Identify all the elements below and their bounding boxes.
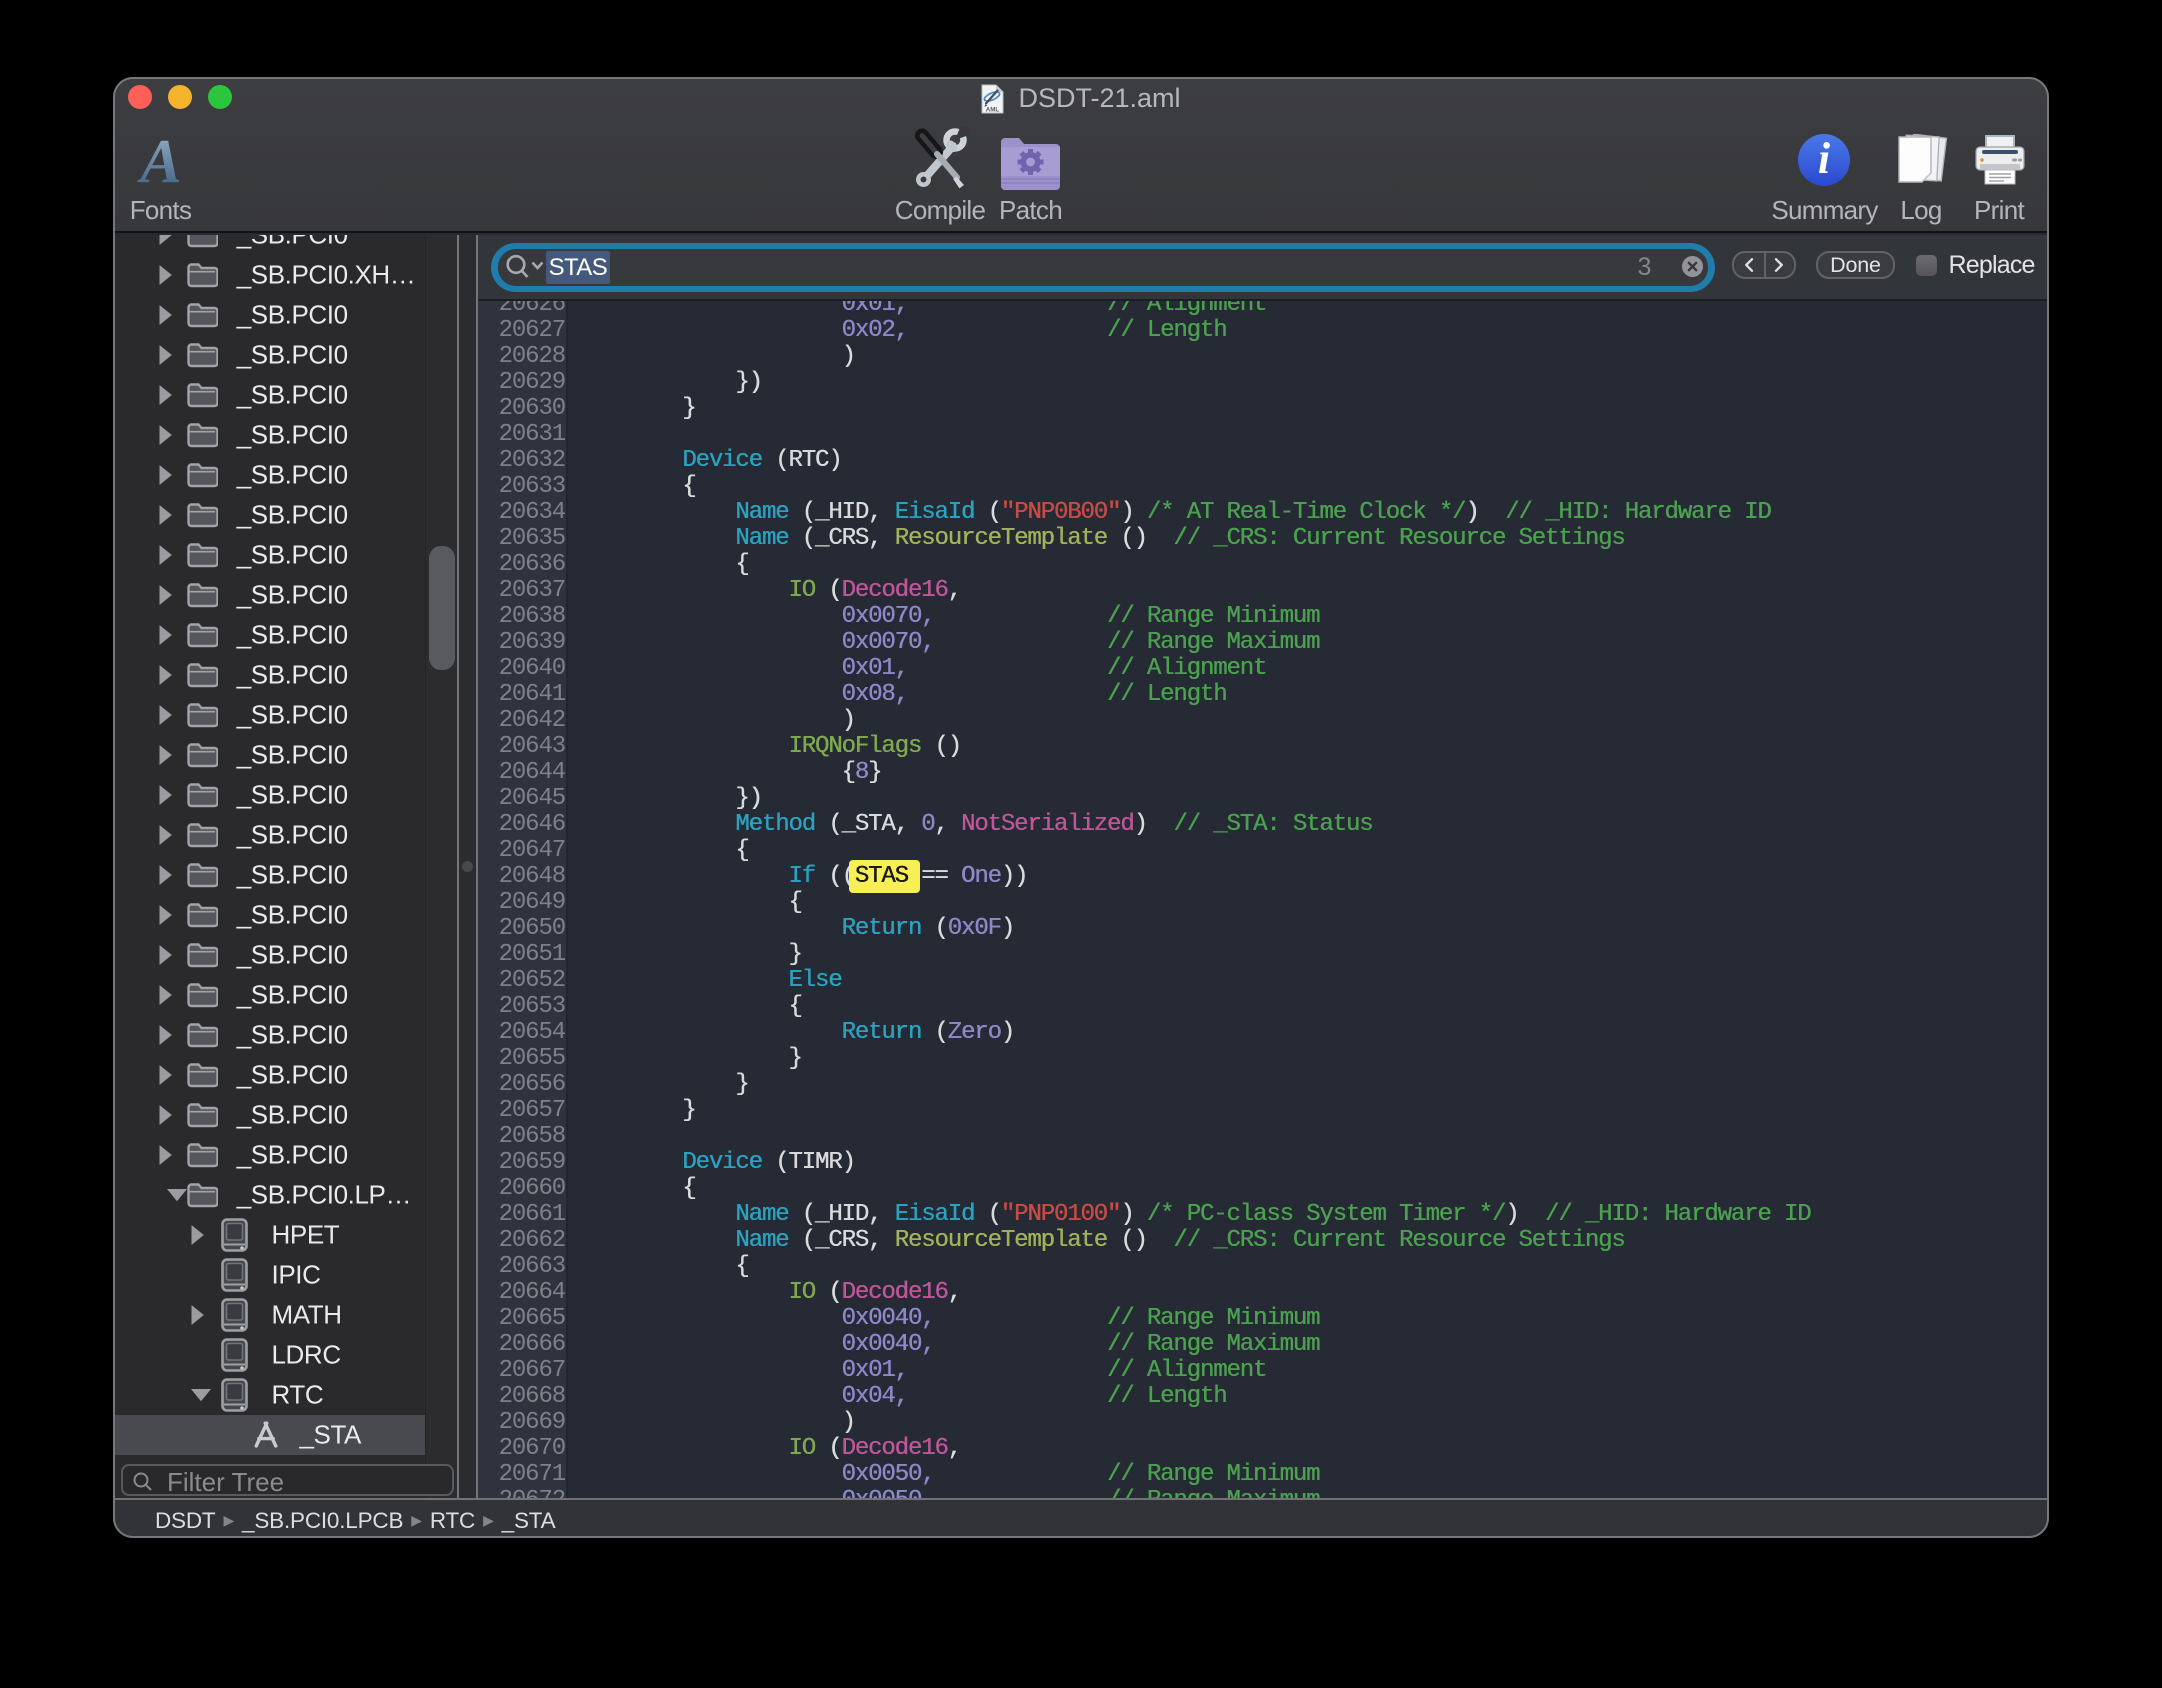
svg-text:AML: AML [986, 106, 1000, 113]
